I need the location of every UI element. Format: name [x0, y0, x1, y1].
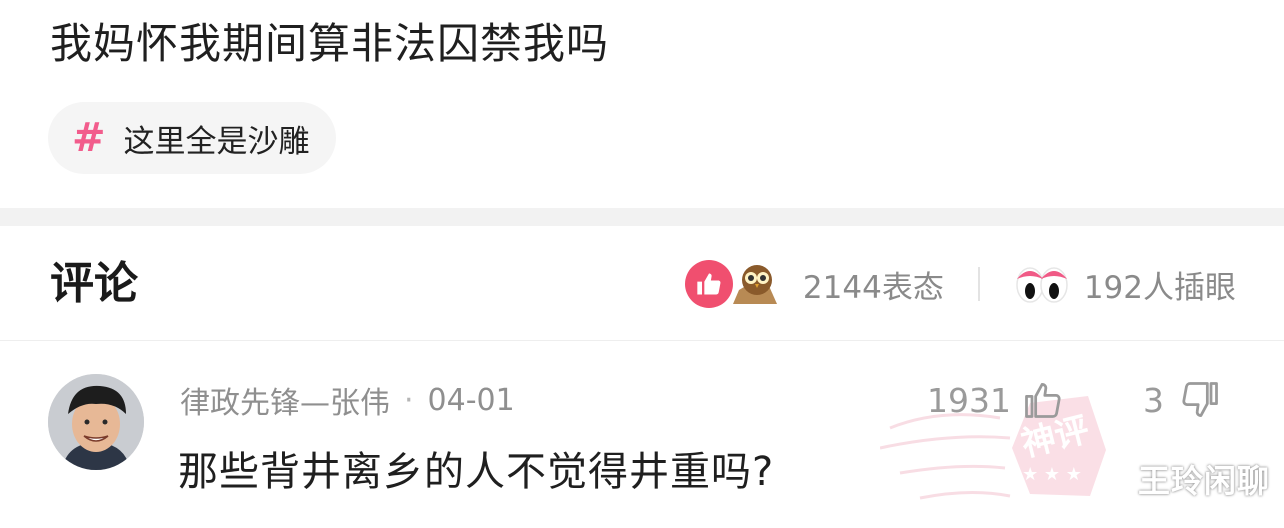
- eyes-count: 192人插眼: [1083, 269, 1236, 306]
- owl-reaction-icon: [732, 265, 777, 304]
- topic-label: 这里全是沙雕: [123, 123, 310, 160]
- comment-text: 那些背井离乡的人不觉得井重吗?: [178, 449, 775, 495]
- dislike-count: 3: [1143, 380, 1164, 420]
- eyes-icon: [1016, 267, 1068, 303]
- meta-dot: ·: [404, 382, 414, 418]
- reaction-count: 2144表态: [802, 269, 944, 306]
- post-title: 我妈怀我期间算非法囚禁我吗: [50, 19, 610, 68]
- like-count: 1931: [927, 380, 1011, 420]
- avatar[interactable]: [48, 374, 144, 470]
- section-divider: [0, 208, 1284, 226]
- like-reaction-icon: [684, 260, 733, 308]
- comment-meta: 律政先锋—张伟 · 04-01: [180, 378, 515, 422]
- comment-date: 04-01: [427, 382, 515, 418]
- comment-item: 律政先锋—张伟 · 04-01 那些背井离乡的人不觉得井重吗? 神评 ★ ★ ★…: [0, 340, 1284, 522]
- comments-header: 评论 2144表态 192人插眼: [0, 226, 1284, 341]
- comments-title: 评论: [50, 258, 138, 309]
- comment-author[interactable]: 律政先锋—张伟: [180, 378, 390, 422]
- hash-icon: #: [72, 115, 106, 161]
- reactions-bar[interactable]: 2144表态 192人插眼: [684, 256, 1236, 312]
- reaction-separator: [977, 267, 980, 301]
- thumb-down-icon[interactable]: [1178, 378, 1222, 422]
- topic-chip[interactable]: # 这里全是沙雕: [48, 102, 336, 174]
- thumb-up-icon[interactable]: [1021, 378, 1065, 422]
- svg-text:★ ★ ★: ★ ★ ★: [1022, 464, 1082, 485]
- watermark: 王玲闲聊: [1137, 462, 1270, 500]
- comment-actions: 1931 3: [927, 376, 1222, 424]
